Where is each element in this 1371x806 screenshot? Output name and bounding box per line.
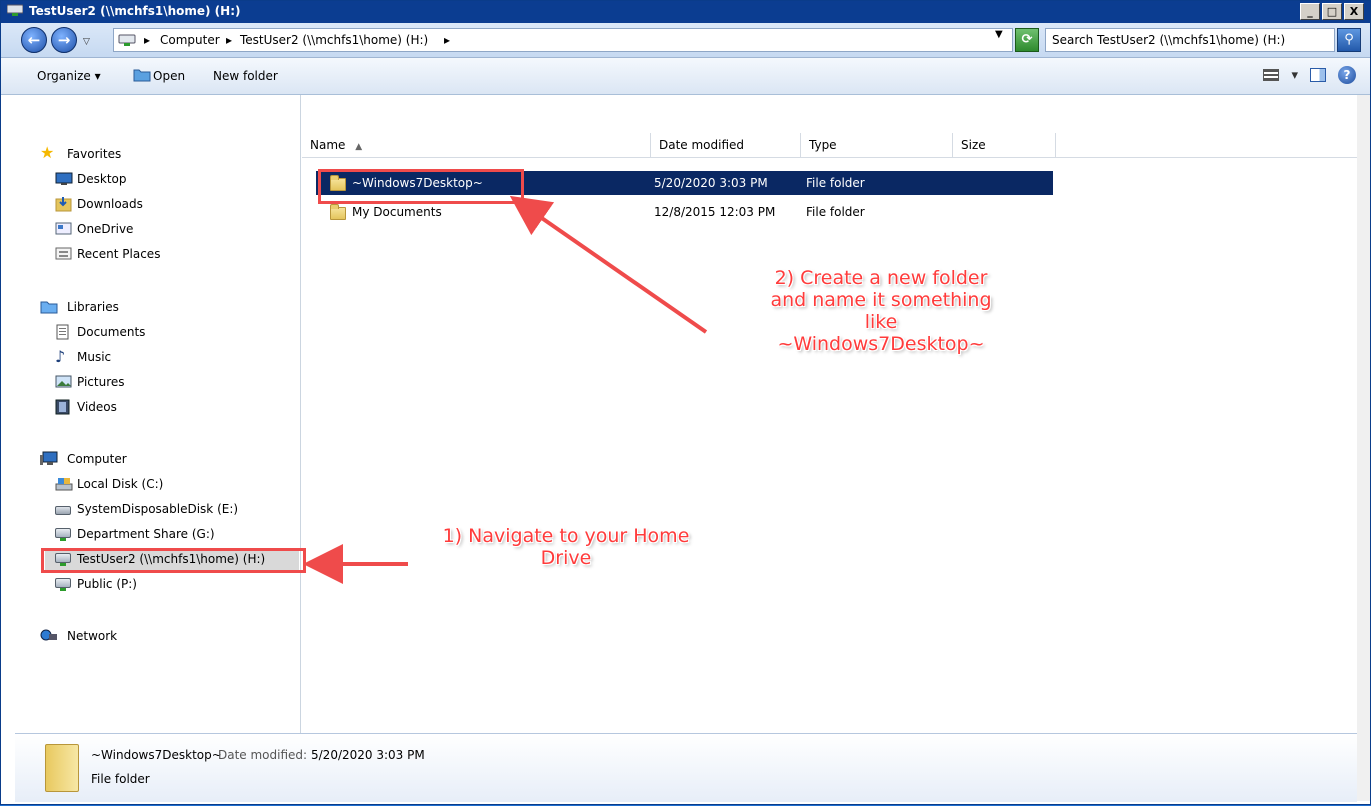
breadcrumb-separator-icon[interactable]: ▸ [444, 33, 450, 47]
file-date: 12/8/2015 12:03 PM [654, 205, 776, 219]
breadcrumb-home-drive[interactable]: TestUser2 (\\mchfs1\home) (H:) [240, 33, 428, 47]
nav-desktop-label: Desktop [77, 172, 127, 186]
nav-videos-label: Videos [77, 400, 117, 414]
network-drive-icon [6, 4, 24, 18]
search-placeholder: Search TestUser2 (\\mchfs1\home) (H:) [1052, 33, 1286, 47]
open-folder-icon[interactable] [133, 67, 151, 85]
preview-pane-icon[interactable] [1310, 68, 1326, 82]
nav-system-disposable-disk-e-label: SystemDisposableDisk (E:) [77, 502, 239, 516]
annotation-step2-line1: 2) Create a new folder [774, 267, 988, 289]
nav-local-disk-c-label: Local Disk (C:) [77, 477, 164, 491]
address-dropdown-icon[interactable]: ▼ [995, 29, 1003, 40]
annotation-step1-line2: Drive [540, 547, 592, 569]
breadcrumb-separator-icon[interactable]: ▸ [144, 33, 150, 47]
local-disk-icon [55, 476, 73, 492]
desktop-icon [55, 171, 73, 187]
minimize-button[interactable]: _ [1300, 3, 1320, 20]
nav-libraries-label: Libraries [67, 300, 119, 314]
help-icon[interactable]: ? [1338, 66, 1356, 84]
pictures-icon [55, 374, 73, 390]
window-title: TestUser2 (\\mchfs1\home) (H:) [29, 4, 241, 18]
network-icon [40, 628, 58, 644]
maximize-button[interactable]: □ [1322, 3, 1342, 20]
address-bar: ← → ▽ ▸ Computer ▸ TestUser2 (\\mchfs1\h… [1, 23, 1370, 58]
details-file-type: File folder [91, 772, 150, 786]
new-folder-button[interactable]: New folder [213, 69, 278, 83]
annotation-step2-line2: and name it something [770, 289, 992, 311]
videos-icon [55, 399, 73, 415]
column-name-label: Name [310, 138, 346, 152]
recent-places-icon [55, 246, 73, 262]
navigation-pane[interactable]: ★ Favorites Desktop Downloads OneDrive R… [15, 95, 301, 733]
nav-music-label: Music [77, 350, 112, 364]
close-button[interactable]: X [1344, 3, 1364, 20]
details-file-name: ~Windows7Desktop~ [91, 748, 222, 762]
network-drive-icon [55, 526, 73, 542]
organize-label: Organize [37, 69, 91, 83]
star-icon: ★ [40, 143, 55, 162]
file-type: File folder [806, 205, 865, 219]
command-bar: Organize ▾ Open New folder ▾ ? [1, 58, 1370, 95]
annotation-step2-line4: ~Windows7Desktop~ [777, 333, 985, 355]
annotation-step2-line3: like [864, 311, 898, 333]
details-modified-value: 5/20/2020 3:03 PM [311, 748, 425, 762]
libraries-icon [40, 299, 58, 315]
change-view-icon[interactable] [1263, 69, 1280, 81]
breadcrumb[interactable]: ▸ Computer ▸ TestUser2 (\\mchfs1\home) (… [113, 28, 1013, 52]
large-folder-icon [45, 744, 79, 792]
nav-downloads-label: Downloads [77, 197, 143, 211]
details-modified-label: Date modified: [218, 748, 308, 762]
back-button[interactable]: ← [21, 27, 47, 53]
column-header-name[interactable]: Name ▲ [302, 133, 651, 157]
nav-network-label: Network [67, 629, 118, 643]
column-header-date[interactable]: Date modified [651, 133, 801, 157]
nav-recent-places-label: Recent Places [77, 247, 161, 261]
downloads-icon [55, 196, 73, 212]
search-icon[interactable]: ⚲ [1337, 28, 1361, 52]
nav-onedrive-label: OneDrive [77, 222, 134, 236]
explorer-window: TestUser2 (\\mchfs1\home) (H:) _ □ X ← →… [0, 0, 1371, 805]
annotation-step2: 2) Create a new folder and name it somet… [701, 267, 1061, 355]
highlight-box-new-folder [318, 169, 524, 204]
documents-icon [55, 324, 73, 340]
network-drive-icon [118, 33, 138, 47]
nav-public-p-label: Public (P:) [77, 577, 137, 591]
header-divider [302, 157, 1357, 158]
file-name: My Documents [352, 205, 442, 219]
drive-icon [55, 501, 73, 517]
nav-favorites-label: Favorites [67, 147, 122, 161]
file-type: File folder [806, 176, 865, 190]
annotation-step1-line1: 1) Navigate to your Home [442, 525, 690, 547]
search-input[interactable]: Search TestUser2 (\\mchfs1\home) (H:) [1045, 28, 1335, 52]
sort-ascending-icon: ▲ [355, 142, 363, 152]
computer-icon [40, 451, 58, 467]
organize-button[interactable]: Organize ▾ [37, 69, 101, 83]
onedrive-icon [55, 221, 73, 237]
details-pane: ~Windows7Desktop~ Date modified: 5/20/20… [15, 733, 1357, 802]
left-border [1, 95, 15, 801]
highlight-box-home-drive [41, 548, 306, 573]
breadcrumb-separator-icon[interactable]: ▸ [226, 33, 232, 47]
network-drive-icon [55, 576, 73, 592]
nav-department-share-g-label: Department Share (G:) [77, 527, 215, 541]
folder-icon [330, 204, 346, 220]
breadcrumb-computer[interactable]: Computer [160, 33, 220, 47]
open-button[interactable]: Open [153, 69, 185, 83]
right-border [1357, 95, 1370, 801]
column-header-type[interactable]: Type [801, 133, 953, 157]
annotation-step1: 1) Navigate to your Home Drive [411, 525, 721, 569]
forward-button[interactable]: → [51, 27, 77, 53]
file-date: 5/20/2020 3:03 PM [654, 176, 768, 190]
column-header-size[interactable]: Size [953, 133, 1056, 157]
nav-pictures-label: Pictures [77, 375, 125, 389]
refresh-button[interactable]: ⟳ [1015, 28, 1039, 52]
view-dropdown-icon[interactable]: ▾ [1291, 68, 1298, 83]
nav-computer-label: Computer [67, 452, 127, 466]
title-bar[interactable]: TestUser2 (\\mchfs1\home) (H:) _ □ X [1, 1, 1370, 23]
nav-documents-label: Documents [77, 325, 146, 339]
recent-pages-dropdown[interactable]: ▽ [83, 37, 90, 47]
music-icon: ♪ [55, 347, 66, 366]
